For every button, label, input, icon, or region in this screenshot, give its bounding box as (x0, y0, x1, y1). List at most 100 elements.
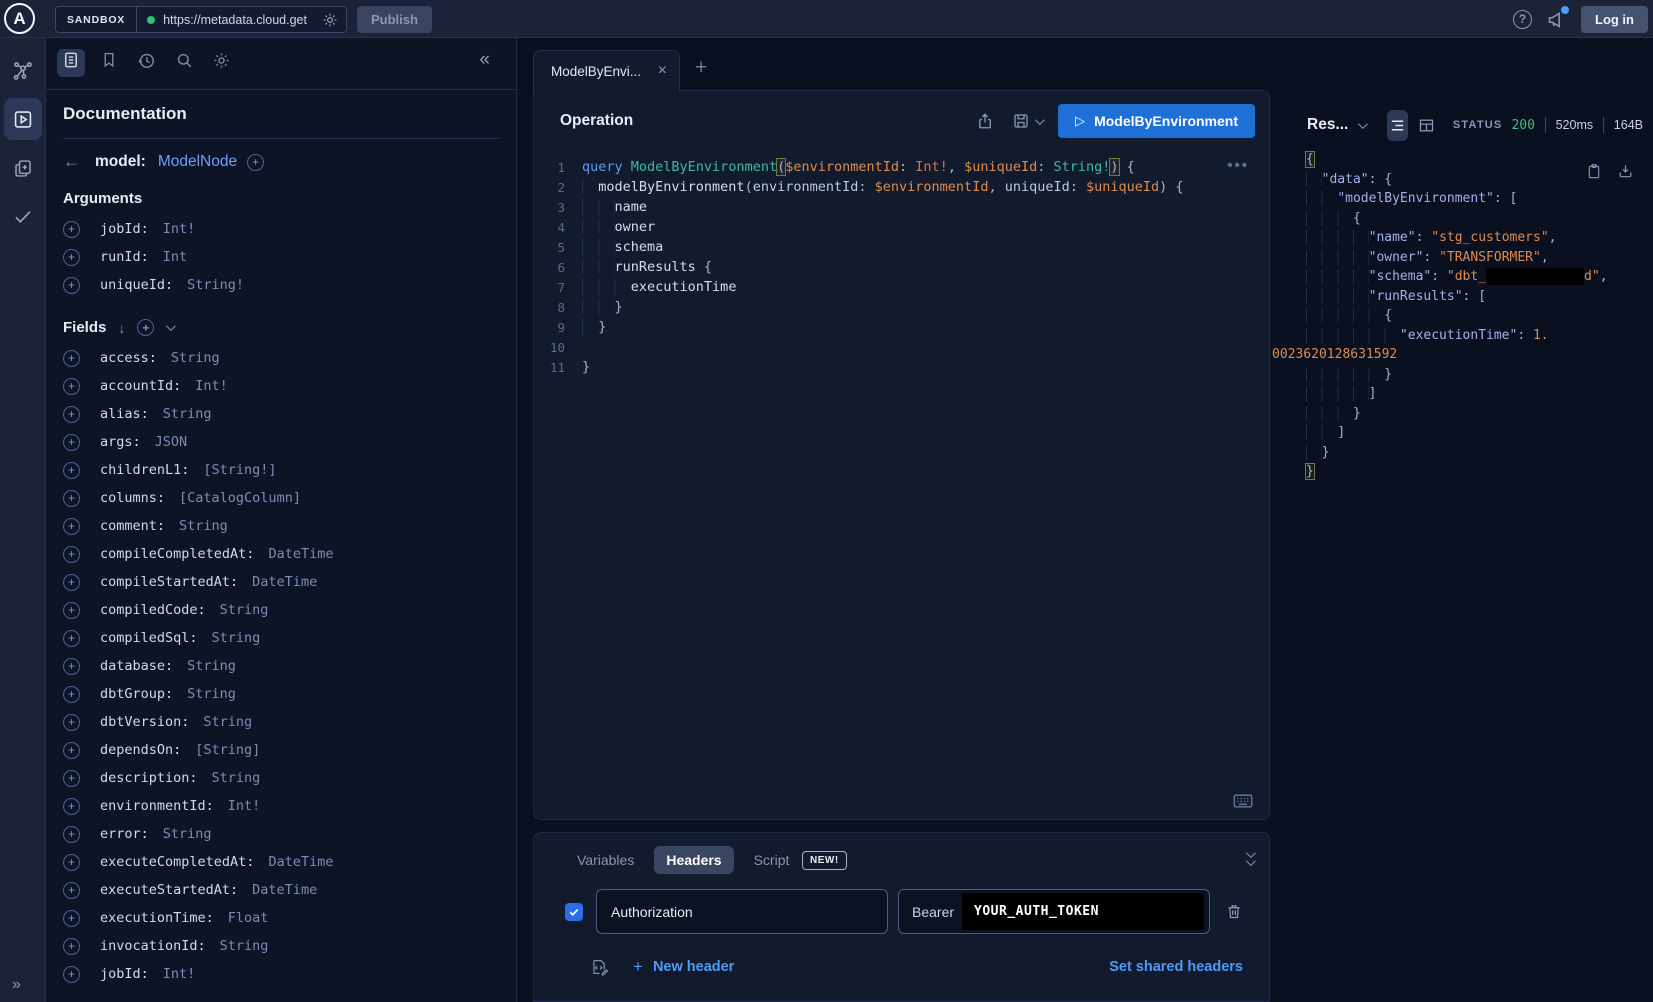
add-field-icon[interactable]: + (63, 574, 80, 591)
add-field-icon[interactable]: + (63, 546, 80, 563)
share-operation-icon[interactable] (976, 112, 994, 130)
new-header-button[interactable]: + New header (633, 957, 734, 977)
field-type[interactable]: [String] (195, 742, 260, 758)
field-type[interactable]: String (212, 630, 261, 646)
close-tab-icon[interactable]: × (658, 62, 667, 80)
save-operation-icon[interactable] (1012, 112, 1030, 130)
field-type[interactable]: Float (228, 910, 269, 926)
tab-script[interactable]: Script (742, 846, 802, 874)
field-type[interactable]: String (220, 938, 269, 954)
code-line[interactable]: 1query ModelByEnvironment($environmentId… (534, 157, 1269, 177)
add-field-icon[interactable]: + (63, 714, 80, 731)
field-type[interactable]: DateTime (252, 882, 317, 898)
schema-graph-icon[interactable] (12, 60, 34, 82)
field-name[interactable]: executionTime: (100, 910, 214, 926)
field-type[interactable]: String! (187, 277, 244, 293)
add-field-icon[interactable]: + (63, 518, 80, 535)
save-options-chevron-icon[interactable] (1035, 112, 1042, 130)
search-icon[interactable] (175, 51, 194, 70)
field-type[interactable]: [String!] (203, 462, 276, 478)
add-field-icon[interactable]: + (63, 742, 80, 759)
expand-rail-icon[interactable]: » (12, 976, 21, 994)
field-name[interactable]: environmentId: (100, 798, 214, 814)
checklist-icon[interactable] (12, 206, 33, 227)
field-type[interactable]: DateTime (252, 574, 317, 590)
field-name[interactable]: args: (100, 434, 141, 450)
field-name[interactable]: description: (100, 770, 198, 786)
field-type[interactable]: String (171, 350, 220, 366)
field-name[interactable]: dbtVersion: (100, 714, 189, 730)
field-name[interactable]: database: (100, 658, 173, 674)
field-name[interactable]: compiledSql: (100, 630, 198, 646)
field-name[interactable]: compiledCode: (100, 602, 206, 618)
login-button[interactable]: Log in (1581, 6, 1648, 33)
header-name-input[interactable]: Authorization (596, 889, 888, 934)
model-type-link[interactable]: ModelNode (158, 153, 237, 171)
field-name[interactable]: accountId: (100, 378, 181, 394)
code-line[interactable]: 5 schema (534, 237, 1269, 257)
back-arrow-icon[interactable]: ← (63, 152, 85, 172)
add-field-icon[interactable]: + (63, 378, 80, 395)
code-line[interactable]: 8 } (534, 297, 1269, 317)
code-line[interactable]: 4 owner (534, 217, 1269, 237)
add-field-icon[interactable]: + (63, 686, 80, 703)
code-line[interactable]: 9 } (534, 317, 1269, 337)
field-name[interactable]: executeCompletedAt: (100, 854, 254, 870)
graphql-editor[interactable]: 1query ModelByEnvironment($environmentId… (534, 151, 1269, 377)
table-view-icon[interactable] (1416, 110, 1437, 141)
field-type[interactable]: Int! (163, 966, 196, 982)
keyboard-shortcuts-icon[interactable] (1233, 793, 1253, 809)
set-shared-headers-link[interactable]: Set shared headers (1109, 959, 1243, 975)
run-operation-button[interactable]: ▷ ModelByEnvironment (1058, 104, 1255, 138)
connection-settings-gear-icon[interactable] (322, 12, 338, 28)
field-type[interactable]: Int! (163, 221, 196, 237)
add-field-icon[interactable]: + (63, 966, 80, 983)
publish-button[interactable]: Publish (357, 6, 432, 33)
bookmark-icon[interactable] (100, 51, 118, 69)
tab-variables[interactable]: Variables (565, 846, 646, 874)
add-field-icon[interactable]: + (63, 770, 80, 787)
operation-tab[interactable]: ModelByEnvi... × (533, 50, 680, 91)
field-type[interactable]: DateTime (268, 854, 333, 870)
tab-headers[interactable]: Headers (654, 846, 733, 874)
field-name[interactable]: invocationId: (100, 938, 206, 954)
formatted-view-icon[interactable] (1387, 110, 1408, 141)
field-type[interactable]: String (187, 686, 236, 702)
field-name[interactable]: alias: (100, 406, 149, 422)
collapse-docs-icon[interactable]: « (479, 49, 490, 71)
editor-overflow-menu-icon[interactable]: ••• (1227, 157, 1249, 174)
field-name[interactable]: access: (100, 350, 157, 366)
sort-fields-icon[interactable]: ↓ (118, 320, 125, 336)
field-name[interactable]: columns: (100, 490, 165, 506)
add-field-icon[interactable]: + (63, 490, 80, 507)
header-enabled-checkbox[interactable] (565, 903, 583, 921)
field-type[interactable]: String (187, 658, 236, 674)
field-type[interactable]: String (179, 518, 228, 534)
field-name[interactable]: dbtGroup: (100, 686, 173, 702)
collapse-panel-chevrons-icon[interactable] (1246, 851, 1253, 866)
add-field-icon[interactable]: + (63, 350, 80, 367)
add-field-icon[interactable]: + (63, 406, 80, 423)
field-type[interactable]: DateTime (268, 546, 333, 562)
field-name[interactable]: jobId: (100, 221, 149, 237)
add-field-icon[interactable]: + (63, 462, 80, 479)
field-name[interactable]: runId: (100, 249, 149, 265)
add-field-icon[interactable]: + (63, 854, 80, 871)
field-name[interactable]: dependsOn: (100, 742, 181, 758)
new-tab-icon[interactable]: + (695, 56, 707, 80)
field-type[interactable]: Int! (195, 378, 228, 394)
field-type[interactable]: Int! (228, 798, 261, 814)
code-line[interactable]: 11} (534, 357, 1269, 377)
settings-gear-icon[interactable] (212, 51, 231, 70)
field-type[interactable]: String (220, 602, 269, 618)
field-type[interactable]: String (163, 826, 212, 842)
field-name[interactable]: error: (100, 826, 149, 842)
help-icon[interactable]: ? (1513, 10, 1532, 29)
add-field-icon[interactable]: + (63, 434, 80, 451)
history-icon[interactable] (137, 51, 156, 70)
field-type[interactable]: JSON (155, 434, 188, 450)
code-line[interactable]: 3 name (534, 197, 1269, 217)
field-type[interactable]: Int (163, 249, 187, 265)
add-field-icon[interactable]: + (63, 798, 80, 815)
announcements-megaphone-icon[interactable] (1546, 9, 1567, 30)
